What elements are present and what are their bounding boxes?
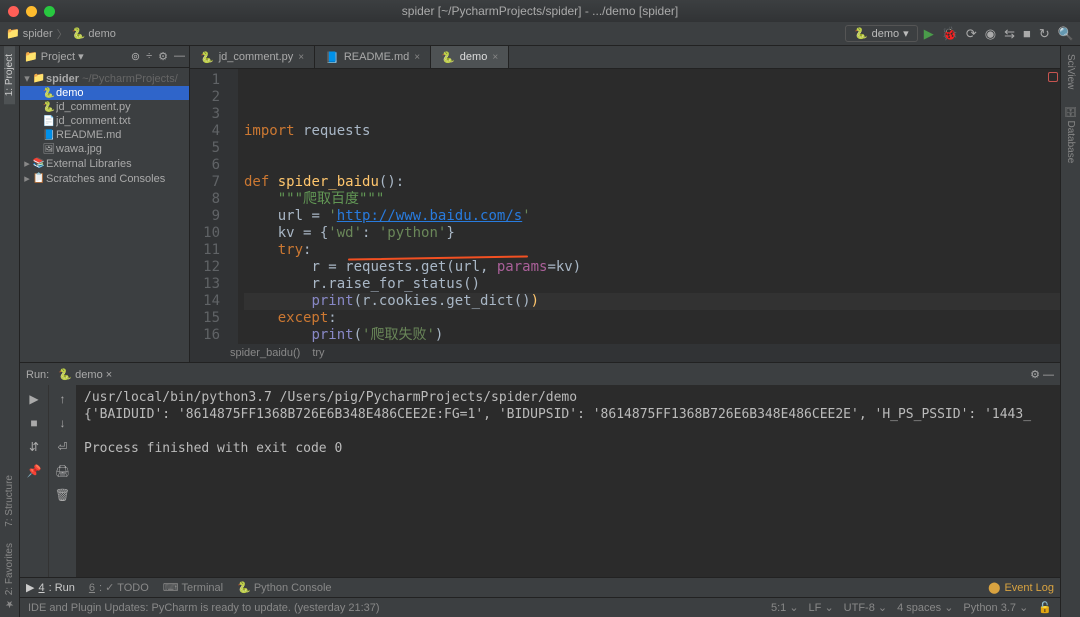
run-button[interactable]: ▶ bbox=[924, 26, 934, 42]
close-tab-icon[interactable]: × bbox=[492, 52, 498, 63]
run-panel-tab[interactable]: demo bbox=[75, 369, 103, 381]
run-panel-title: Run: bbox=[26, 369, 49, 381]
tree-extra[interactable]: ▸📚External Libraries bbox=[20, 156, 189, 171]
tree-file-jd_comment.txt[interactable]: 📄jd_comment.txt bbox=[20, 114, 189, 128]
status-item[interactable]: 4 spaces ⌄ bbox=[897, 601, 953, 614]
titlebar: spider [~/PycharmProjects/spider] - .../… bbox=[0, 0, 1080, 22]
status-item[interactable]: Python 3.7 ⌄ bbox=[963, 601, 1028, 614]
close-tab-icon[interactable]: × bbox=[298, 52, 304, 63]
bottom-tab-todo[interactable]: 6: ✓ TODO bbox=[89, 581, 149, 594]
status-item[interactable]: 5:1 ⌄ bbox=[771, 601, 799, 614]
pin-button[interactable]: 📌 bbox=[26, 463, 42, 479]
vcs-update-button[interactable]: ↻ bbox=[1039, 26, 1050, 42]
project-scope-icon[interactable]: ⊚ bbox=[131, 50, 140, 63]
editor-tab-jd_comment.py[interactable]: 🐍 jd_comment.py × bbox=[190, 46, 315, 68]
status-bar: IDE and Plugin Updates: PyCharm is ready… bbox=[20, 597, 1060, 617]
project-collapse-icon[interactable]: ÷ bbox=[146, 50, 152, 63]
print-button[interactable]: 🖨 bbox=[55, 463, 71, 479]
zoom-window-button[interactable] bbox=[44, 6, 55, 17]
tree-file-demo[interactable]: 🐍demo bbox=[20, 86, 189, 100]
stop-button[interactable]: ■ bbox=[1023, 26, 1031, 41]
project-pane: 📁 Project ▾ ⊚ ÷ ⚙ — ▾📁 spider ~/PycharmP… bbox=[20, 46, 190, 362]
run-panel: Run: 🐍 demo × ⚙ — ▶ ■ ⇵ 📌 ↑ ↓ ⏎ 🖨 bbox=[20, 362, 1060, 577]
minimize-window-button[interactable] bbox=[26, 6, 37, 17]
attach-button[interactable]: ⇆ bbox=[1004, 26, 1015, 42]
clear-button[interactable]: 🗑 bbox=[55, 487, 71, 503]
tree-extra[interactable]: ▸📋Scratches and Consoles bbox=[20, 171, 189, 186]
editor-tab-README.md[interactable]: 📘 README.md × bbox=[315, 46, 431, 68]
rerun-button[interactable]: ▶ bbox=[26, 391, 42, 407]
project-tree[interactable]: ▾📁 spider ~/PycharmProjects/ 🐍demo🐍jd_co… bbox=[20, 68, 189, 189]
run-configuration-select[interactable]: 🐍 demo ▾ bbox=[845, 25, 918, 42]
editor-tab-demo[interactable]: 🐍 demo × bbox=[431, 46, 509, 68]
window-controls bbox=[8, 6, 55, 17]
left-tab-structure[interactable]: 7: Structure bbox=[4, 467, 15, 535]
tree-file-README.md[interactable]: 📘README.md bbox=[20, 128, 189, 142]
close-tab-icon[interactable]: × bbox=[414, 52, 420, 63]
right-tab-database[interactable]: 🗄 Database bbox=[1065, 97, 1076, 171]
right-sidebar: SciView 🗄 Database bbox=[1060, 46, 1080, 617]
profile-button[interactable]: ◉ bbox=[985, 26, 996, 42]
crumb-file[interactable]: 🐍 demo bbox=[72, 27, 116, 40]
bottom-tab-run[interactable]: ▶ 4: Run bbox=[26, 581, 75, 594]
path-breadcrumbs: 📁spider 〉 🐍 demo bbox=[6, 26, 116, 42]
tree-file-jd_comment.py[interactable]: 🐍jd_comment.py bbox=[20, 100, 189, 114]
fold-gutter[interactable] bbox=[226, 69, 238, 344]
run-panel-hide-icon[interactable]: — bbox=[1043, 369, 1054, 381]
left-tab-favorites[interactable]: ★ 2: Favorites bbox=[4, 535, 15, 617]
navigation-bar: 📁spider 〉 🐍 demo 🐍 demo ▾ ▶ 🐞 ⟳ ◉ ⇆ ■ ↻ … bbox=[0, 22, 1080, 46]
right-tab-sciview[interactable]: SciView bbox=[1065, 46, 1076, 97]
crumb-separator: 〉 bbox=[57, 26, 68, 42]
project-hide-icon[interactable]: — bbox=[174, 50, 185, 63]
project-gear-icon[interactable]: ⚙ bbox=[158, 50, 168, 63]
crumb-root[interactable]: 📁spider bbox=[6, 27, 53, 40]
line-gutter: 12345678910111213141516171819 bbox=[190, 69, 226, 344]
scroll-down-button[interactable]: ↓ bbox=[55, 415, 71, 431]
search-everywhere-button[interactable]: 🔍 bbox=[1058, 26, 1074, 42]
tree-file-wawa.jpg[interactable]: 🖼wawa.jpg bbox=[20, 142, 189, 156]
run-panel-gear-icon[interactable]: ⚙ bbox=[1030, 369, 1040, 381]
scroll-up-button[interactable]: ↑ bbox=[55, 391, 71, 407]
bottom-tab-terminal[interactable]: ⌨ Terminal bbox=[163, 581, 223, 594]
window-title: spider [~/PycharmProjects/spider] - .../… bbox=[402, 4, 678, 18]
left-sidebar: 1: Project 7: Structure ★ 2: Favorites bbox=[0, 46, 20, 617]
close-window-button[interactable] bbox=[8, 6, 19, 17]
editor-breadcrumbs[interactable]: spider_baidu() try bbox=[190, 344, 1060, 362]
project-pane-title: 📁 Project ▾ bbox=[24, 50, 84, 63]
error-indicator[interactable] bbox=[1048, 72, 1058, 82]
console-output[interactable]: /usr/local/bin/python3.7 /Users/pig/Pych… bbox=[76, 385, 1060, 577]
readonly-lock-icon[interactable]: 🔓 bbox=[1038, 601, 1052, 614]
event-log-button[interactable]: ⬤ Event Log bbox=[988, 581, 1054, 594]
bottom-tab-python console[interactable]: 🐍 Python Console bbox=[237, 581, 331, 594]
left-tab-project[interactable]: 1: Project bbox=[4, 46, 15, 104]
bottom-tool-tabs: ▶ 4: Run 6: ✓ TODO ⌨ Terminal 🐍 Python Cons… bbox=[20, 577, 1060, 597]
debug-button[interactable]: 🐞 bbox=[942, 26, 958, 42]
status-item[interactable]: UTF-8 ⌄ bbox=[844, 601, 887, 614]
soft-wrap-button[interactable]: ⏎ bbox=[55, 439, 71, 455]
editor-tabs: 🐍 jd_comment.py ×📘 README.md ×🐍 demo × bbox=[190, 46, 1060, 69]
layout-button[interactable]: ⇵ bbox=[26, 439, 42, 455]
stop-process-button[interactable]: ■ bbox=[26, 415, 42, 431]
tree-root[interactable]: ▾📁 spider ~/PycharmProjects/ bbox=[20, 71, 189, 86]
status-message: IDE and Plugin Updates: PyCharm is ready… bbox=[28, 602, 380, 614]
status-item[interactable]: LF ⌄ bbox=[809, 601, 834, 614]
code-editor[interactable]: import requestsdef spider_baidu(): """爬取… bbox=[238, 69, 1060, 344]
coverage-button[interactable]: ⟳ bbox=[966, 26, 977, 42]
